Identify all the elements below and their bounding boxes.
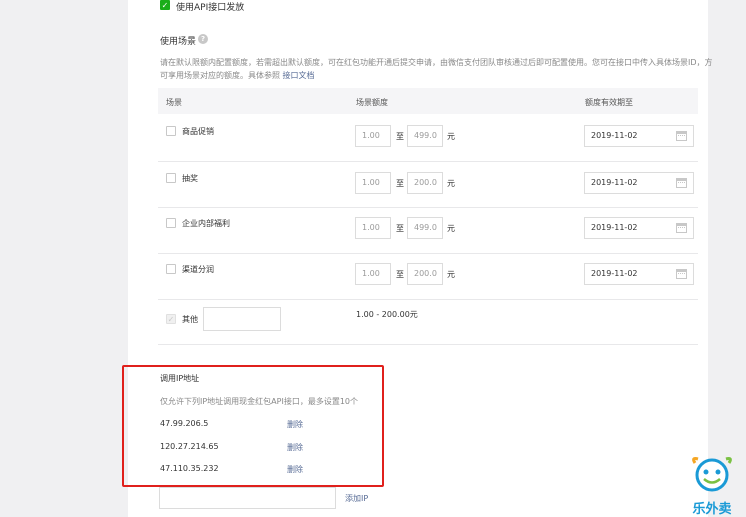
new-ip-input[interactable] — [159, 487, 336, 509]
ip-section-title: 调用IP地址 — [160, 374, 200, 383]
scene-name: 抽奖 — [182, 174, 198, 183]
quota-min-input[interactable]: 1.00 — [355, 217, 391, 239]
expiry-date-value: 2019-11-02 — [591, 223, 638, 232]
expiry-date-value: 2019-11-02 — [591, 269, 638, 278]
expiry-date-input[interactable]: 2019-11-02 — [584, 125, 694, 147]
delete-ip-link[interactable]: 删除 — [287, 419, 303, 430]
scene-name-other: 其他 — [182, 315, 198, 324]
column-expiry: 额度有效期至 — [585, 98, 633, 107]
expiry-date-input[interactable]: 2019-11-02 — [584, 217, 694, 239]
scene-description: 请在默认限额内配置额度，若需超出默认额度，可在红包功能开通后提交申请，由微信支付… — [160, 56, 720, 82]
ip-address: 47.110.35.232 — [160, 464, 219, 473]
range-sep: 至 — [396, 132, 404, 141]
calendar-icon[interactable] — [676, 178, 687, 188]
delete-ip-link[interactable]: 删除 — [287, 464, 303, 475]
scene-checkbox-welfare[interactable] — [166, 218, 176, 228]
add-ip-link[interactable]: 添加IP — [345, 493, 368, 504]
row-divider — [158, 161, 698, 162]
scene-name: 渠道分润 — [182, 265, 214, 274]
scene-checkbox-other: ✓ — [166, 314, 176, 324]
range-sep: 至 — [396, 179, 404, 188]
scene-section-title: 使用场景 — [160, 37, 197, 47]
api-release-checkbox[interactable]: ✓ — [160, 0, 170, 10]
unit-label: 元 — [447, 270, 455, 279]
doc-link[interactable]: 接口文档 — [283, 71, 315, 80]
unit-label: 元 — [447, 179, 455, 188]
scene-name: 企业内部福利 — [182, 219, 230, 228]
watermark-text: 乐外卖 — [692, 502, 732, 517]
expiry-date-input[interactable]: 2019-11-02 — [584, 172, 694, 194]
range-sep: 至 — [396, 224, 404, 233]
quota-max-input[interactable]: 200.0 — [407, 263, 443, 285]
quota-max-input[interactable]: 499.0 — [407, 125, 443, 147]
api-release-label: 使用API接口发放 — [176, 3, 245, 13]
quota-min-input[interactable]: 1.00 — [355, 263, 391, 285]
calendar-icon[interactable] — [676, 269, 687, 279]
calendar-icon[interactable] — [676, 223, 687, 233]
column-scene: 场景 — [166, 98, 182, 107]
quota-max-input[interactable]: 499.0 — [407, 217, 443, 239]
other-range-text: 1.00 - 200.00元 — [356, 310, 418, 319]
unit-label: 元 — [447, 132, 455, 141]
unit-label: 元 — [447, 224, 455, 233]
expiry-date-value: 2019-11-02 — [591, 178, 638, 187]
expiry-date-value: 2019-11-02 — [591, 131, 638, 140]
ip-section-hint: 仅允许下列IP地址调用现金红包API接口，最多设置10个 — [160, 397, 359, 406]
watermark-logo: 乐外卖 — [685, 455, 739, 517]
scene-checkbox-channel[interactable] — [166, 264, 176, 274]
quota-min-input[interactable]: 1.00 — [355, 125, 391, 147]
scene-description-text: 请在默认限额内配置额度，若需超出默认额度，可在红包功能开通后提交申请，由微信支付… — [160, 58, 713, 80]
calendar-icon[interactable] — [676, 131, 687, 141]
ip-address: 120.27.214.65 — [160, 442, 219, 451]
scene-name: 商品促销 — [182, 127, 214, 136]
row-divider — [158, 253, 698, 254]
quota-min-input[interactable]: 1.00 — [355, 172, 391, 194]
quota-max-input[interactable]: 200.0 — [407, 172, 443, 194]
help-icon[interactable]: ? — [198, 34, 208, 44]
ip-address: 47.99.206.5 — [160, 419, 209, 428]
scene-checkbox-lottery[interactable] — [166, 173, 176, 183]
row-divider — [158, 299, 698, 300]
row-divider — [158, 207, 698, 208]
scene-checkbox-promo[interactable] — [166, 126, 176, 136]
delete-ip-link[interactable]: 删除 — [287, 442, 303, 453]
smiley-logo-icon — [692, 457, 732, 492]
other-scene-input[interactable] — [203, 307, 281, 331]
expiry-date-input[interactable]: 2019-11-02 — [584, 263, 694, 285]
row-divider — [158, 344, 698, 345]
column-quota: 场景额度 — [356, 98, 388, 107]
range-sep: 至 — [396, 270, 404, 279]
